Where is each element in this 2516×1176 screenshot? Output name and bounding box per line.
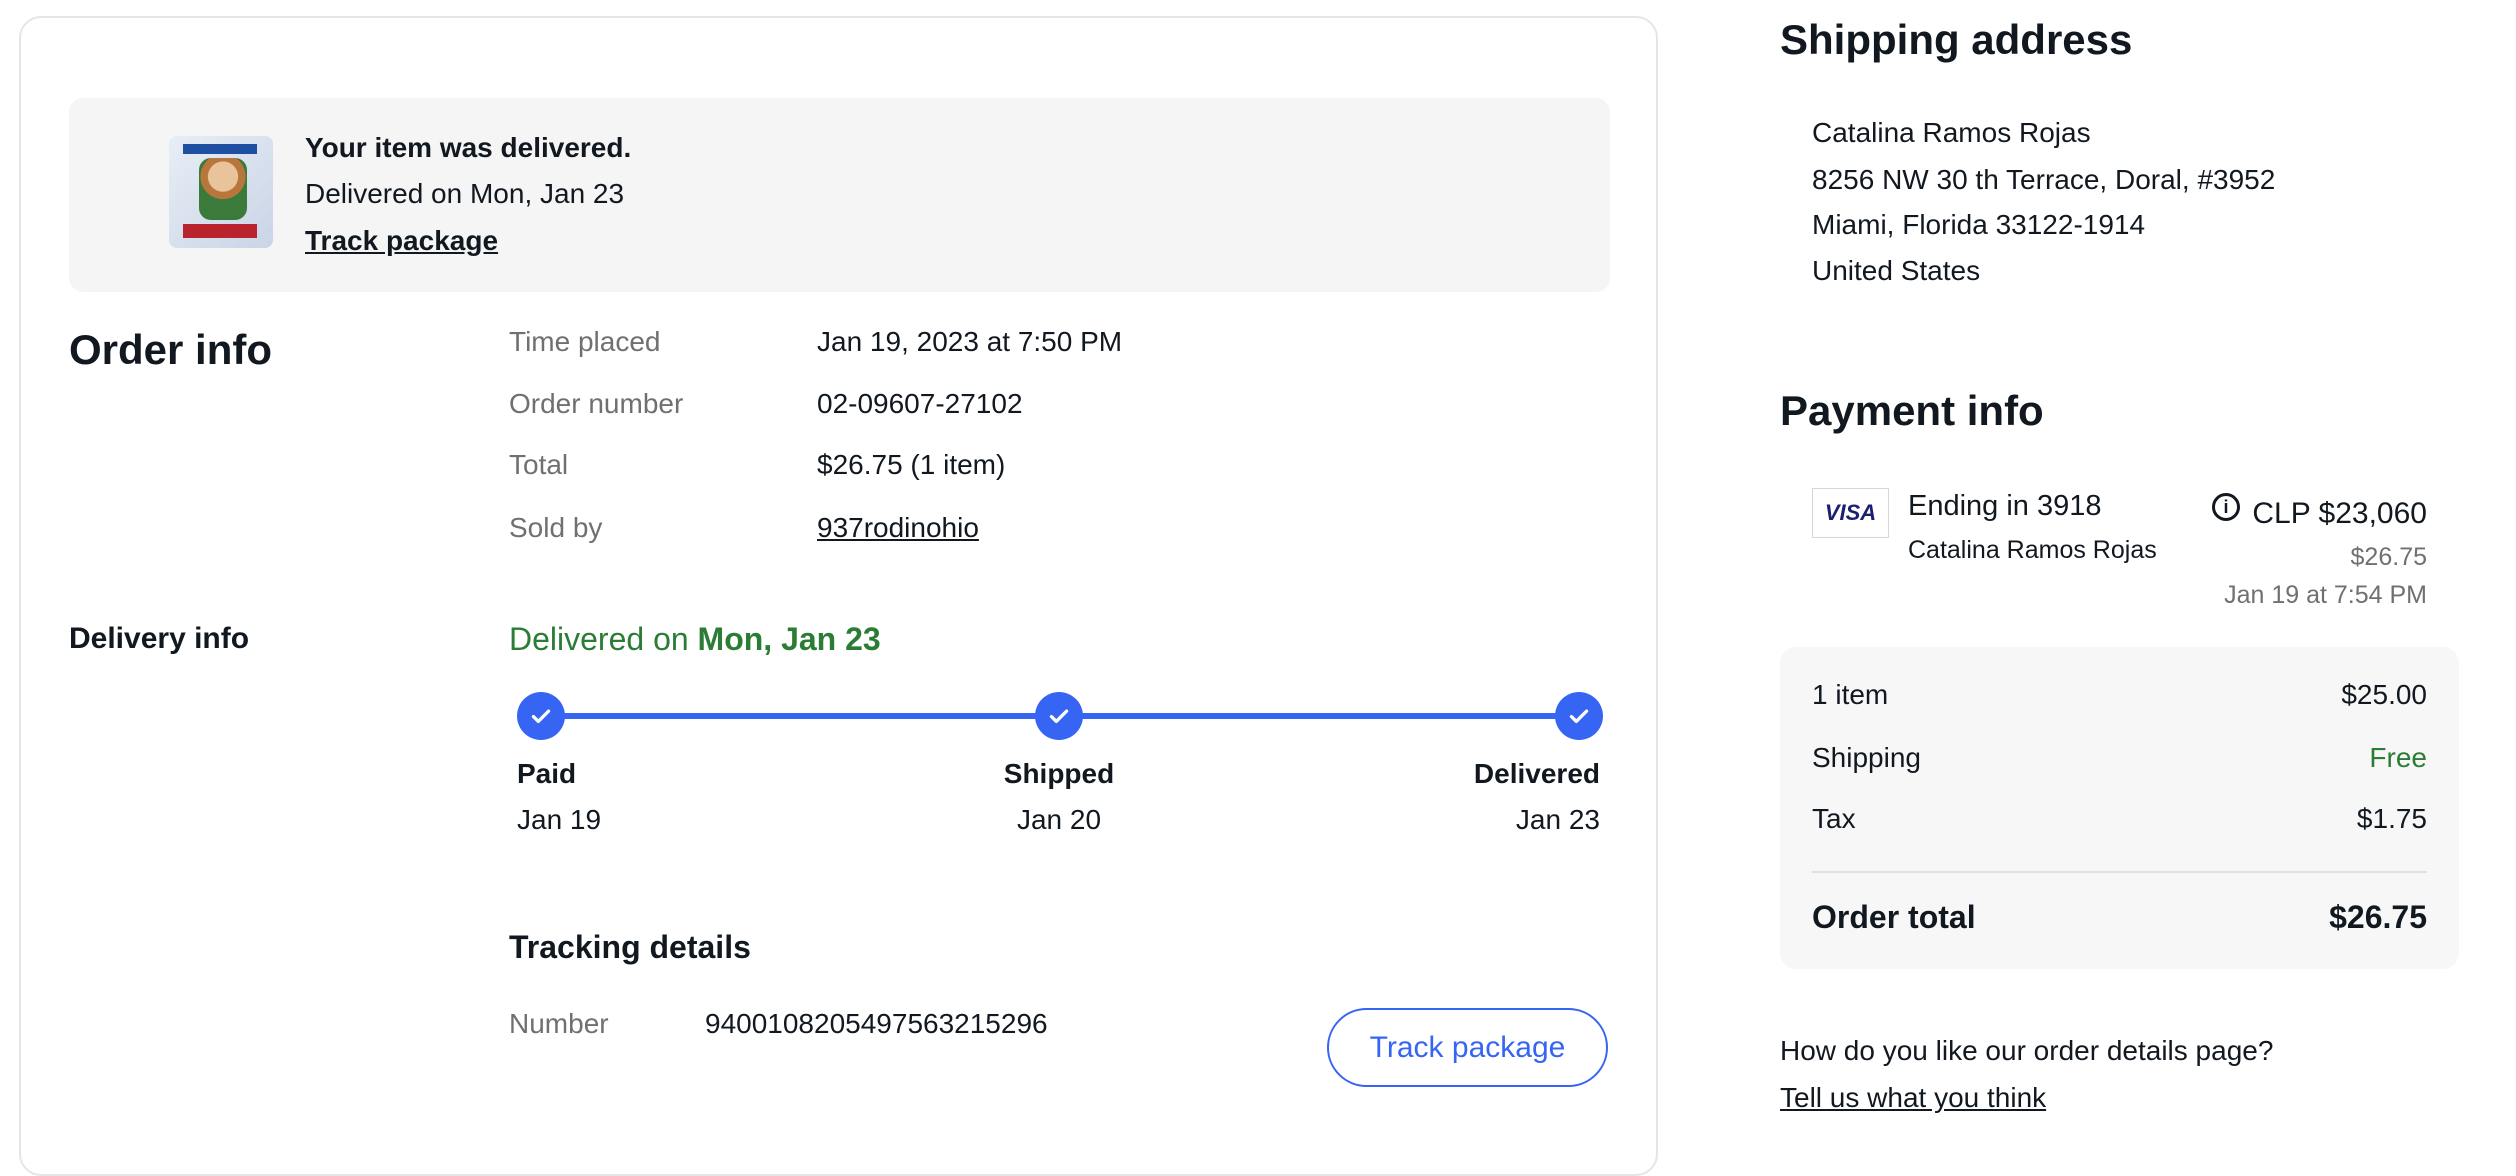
address-name: Catalina Ramos Rojas (1812, 117, 2091, 148)
step-delivered-date: Jan 23 (1515, 804, 1600, 835)
order-total-label: Order total (1812, 899, 1976, 935)
card-holder: Catalina Ramos Rojas (1908, 536, 2157, 564)
card-ending: Ending in 3918 (1908, 490, 2102, 522)
step-shipped-date: Jan 20 (1016, 804, 1102, 835)
banner-title: Your item was delivered. (305, 132, 632, 163)
time-placed-label: Time placed (509, 326, 661, 357)
summary-shipping-value: Free (2369, 742, 2427, 773)
summary-items-label: 1 item (1812, 679, 1889, 710)
track-package-button[interactable]: Track package (1327, 1008, 1608, 1087)
step-shipped-check-icon (1035, 692, 1083, 740)
address-city: Miami, Florida 33122-1914 (1812, 209, 2146, 240)
step-delivered-check-icon (1555, 692, 1603, 740)
tracking-number-value: 9400108205497563215296 (705, 1008, 1048, 1039)
total-value: $26.75 (1 item) (817, 449, 1006, 480)
banner-subtitle: Delivered on Mon, Jan 23 (305, 178, 625, 209)
address-country: United States (1812, 255, 1981, 286)
charged-amount: CLP $23,060 (2252, 497, 2427, 530)
payment-info-heading: Payment info (1780, 387, 2044, 434)
step-delivered-label: Delivered (1473, 758, 1600, 789)
feedback-link[interactable]: Tell us what you think (1780, 1078, 2046, 1118)
summary-items-value: $25.00 (2341, 679, 2427, 710)
total-label: Total (509, 449, 569, 480)
delivery-info-heading: Delivery info (69, 622, 250, 655)
feedback-question: How do you like our order details page? (1780, 1035, 2274, 1066)
summary-divider (1812, 871, 2427, 873)
tracking-details-heading: Tracking details (509, 929, 751, 965)
charged-time: Jan 19 at 7:54 PM (2224, 581, 2427, 609)
banner-track-package-link[interactable]: Track package (305, 221, 498, 261)
order-total-value: $26.75 (2329, 899, 2427, 935)
order-number-value: 02-09607-27102 (817, 388, 1023, 419)
tracking-number-label: Number (509, 1008, 609, 1039)
delivery-banner (69, 98, 1610, 292)
summary-shipping-label: Shipping (1812, 742, 1921, 773)
shipping-address-heading: Shipping address (1780, 16, 2133, 63)
order-info-heading: Order info (69, 326, 273, 373)
visa-card-icon: VISA (1812, 488, 1889, 538)
seller-link[interactable]: 937rodinohio (817, 508, 979, 548)
step-paid-check-icon (517, 692, 565, 740)
step-paid-label: Paid (517, 758, 577, 789)
delivery-status: Delivered on Mon, Jan 23 (509, 619, 881, 659)
time-placed-value: Jan 19, 2023 at 7:50 PM (817, 326, 1123, 357)
address-street: 8256 NW 30 th Terrace, Doral, #3952 (1812, 164, 2276, 195)
info-icon[interactable]: i (2212, 493, 2240, 521)
delivery-status-prefix: Delivered on (509, 621, 698, 657)
order-number-label: Order number (509, 388, 684, 419)
delivery-status-date: Mon, Jan 23 (697, 621, 881, 657)
step-shipped-label: Shipped (1003, 758, 1115, 789)
summary-tax-label: Tax (1812, 803, 1856, 834)
sold-by-label: Sold by (509, 512, 603, 543)
step-paid-date: Jan 19 (517, 804, 602, 835)
item-thumbnail[interactable] (169, 136, 273, 248)
summary-tax-value: $1.75 (2356, 803, 2427, 834)
usd-amount: $26.75 (2350, 543, 2427, 571)
